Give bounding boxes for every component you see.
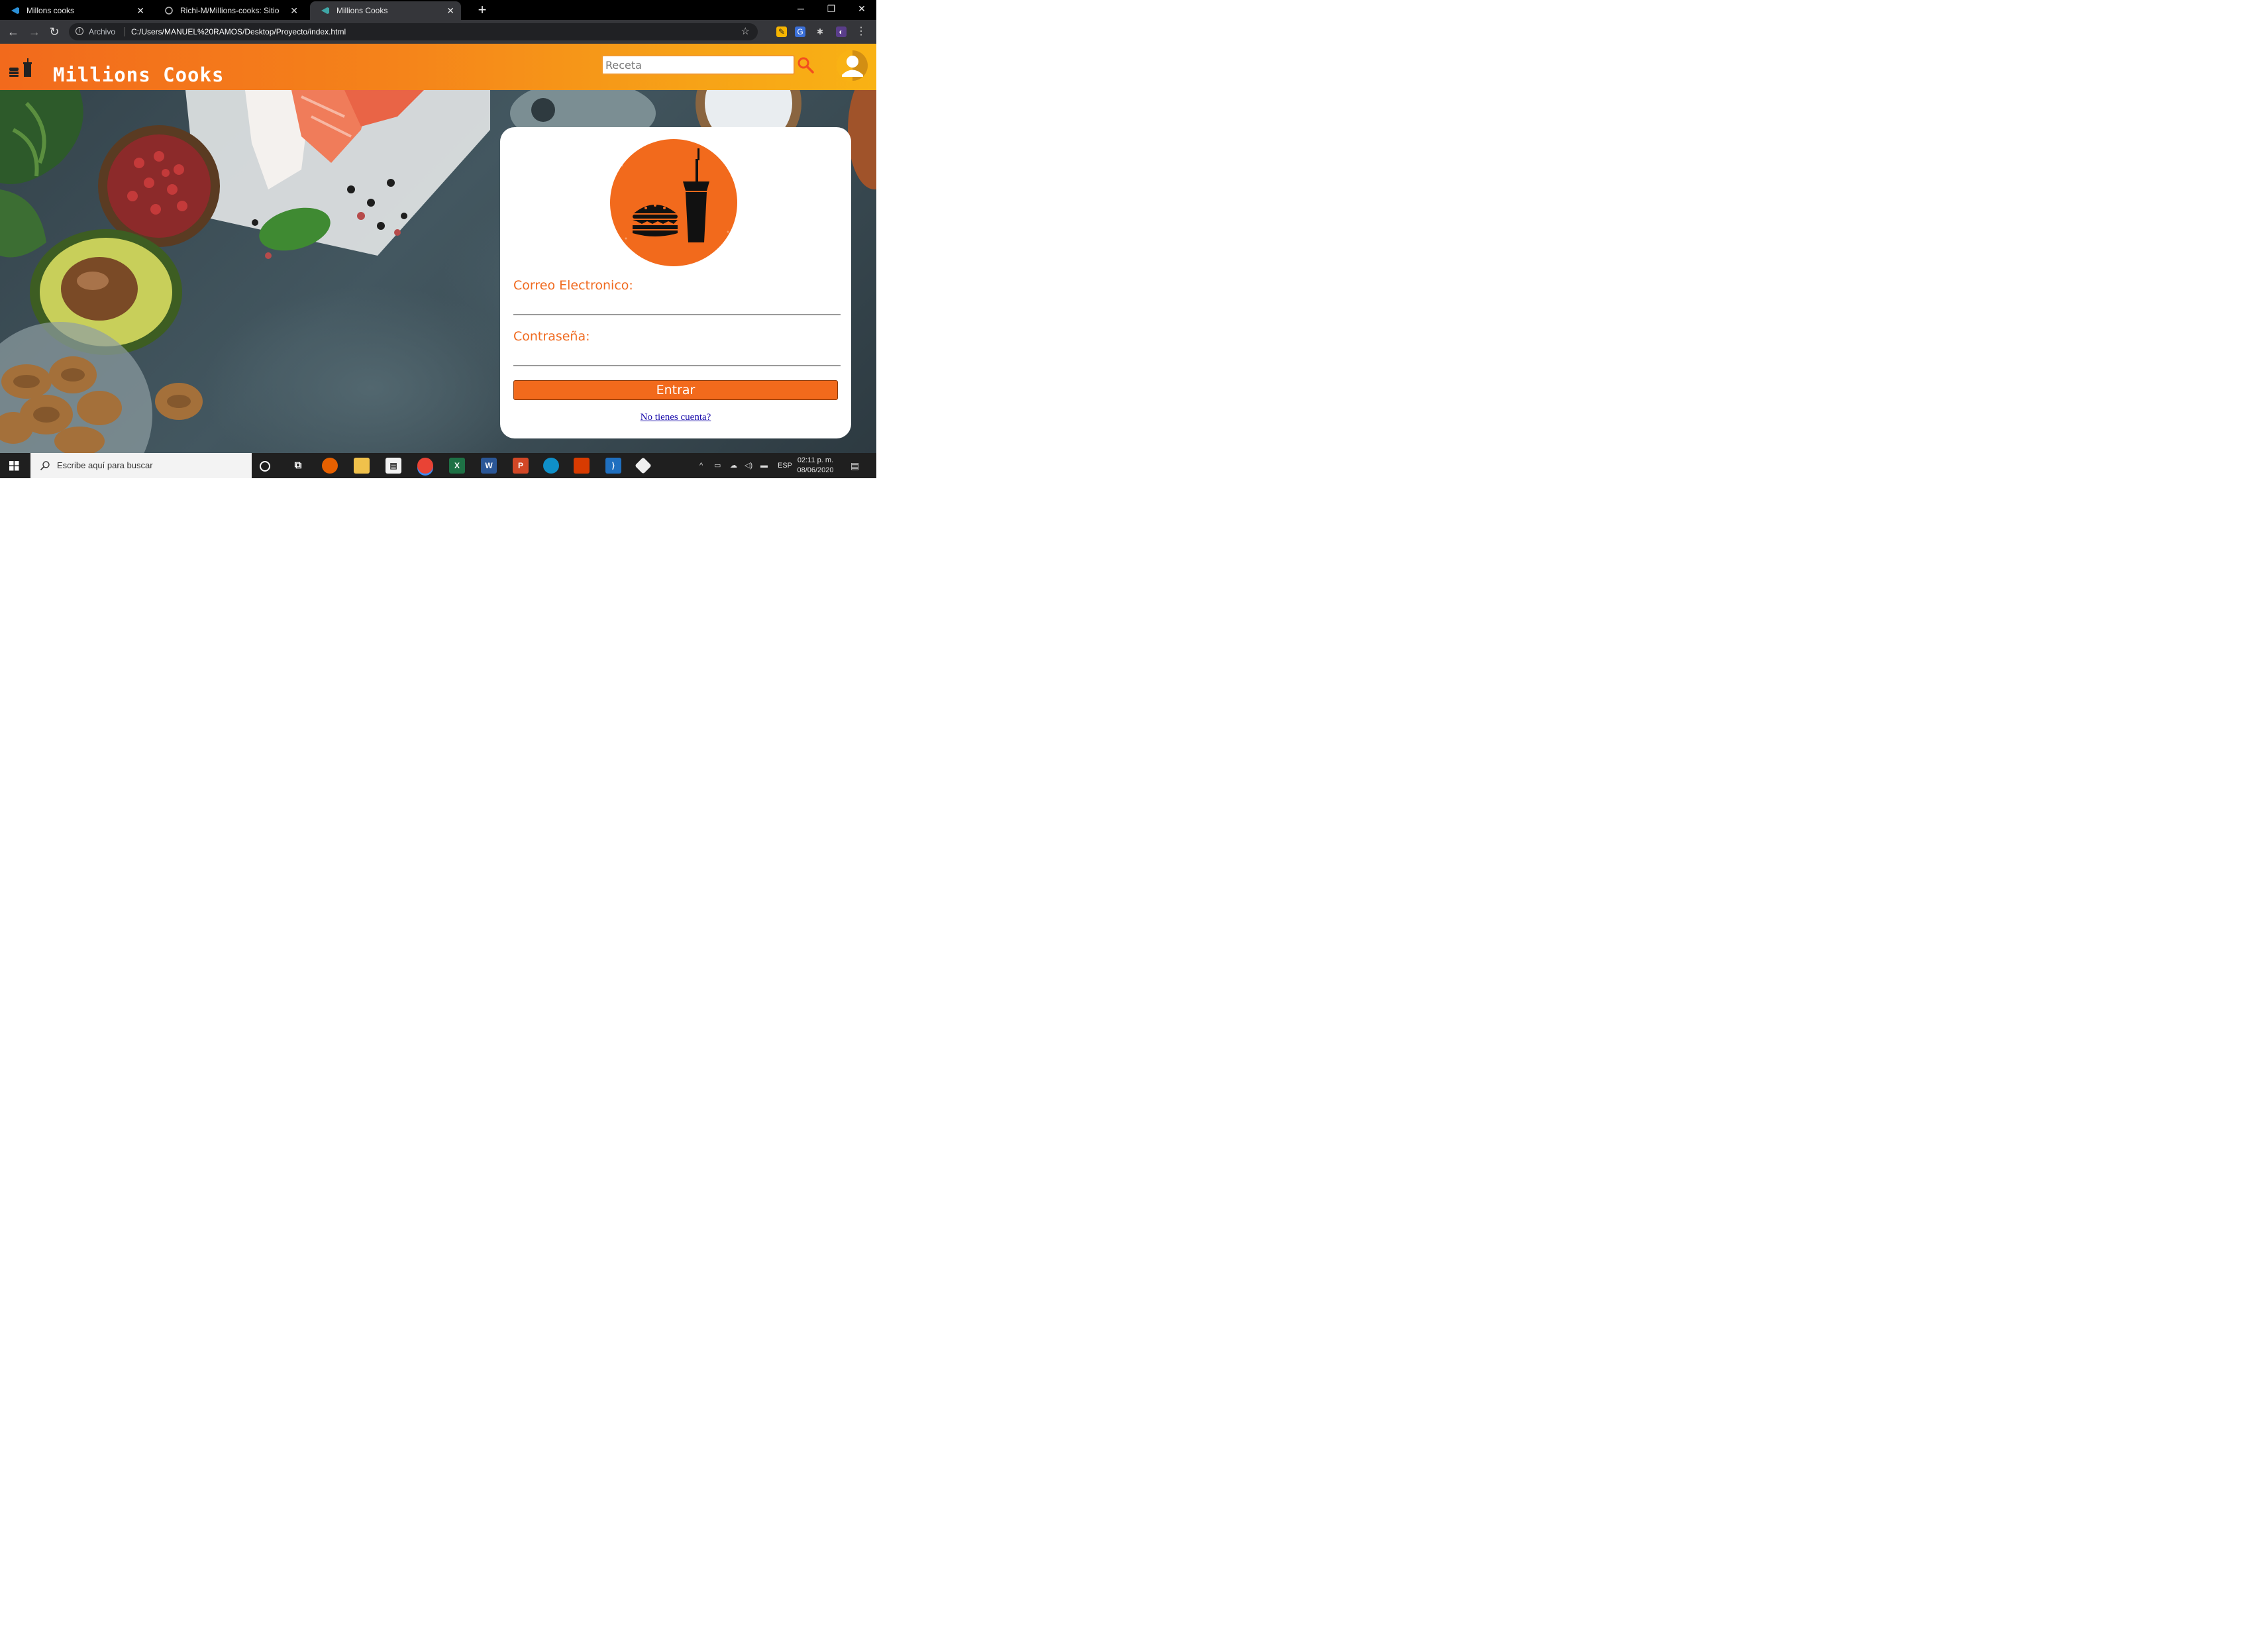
burger-drink-logo-icon	[610, 139, 737, 266]
store-icon[interactable]: ▤	[386, 458, 401, 474]
network-icon[interactable]: ▭	[714, 453, 721, 478]
file-explorer-icon[interactable]	[354, 458, 370, 474]
new-tab-button[interactable]: +	[474, 2, 490, 18]
office-icon[interactable]	[574, 458, 590, 474]
web-page: Millions Cooks Receta Correo Electronico…	[0, 44, 876, 453]
scheme-label: Archivo	[89, 27, 116, 36]
password-field[interactable]	[513, 345, 841, 366]
git-icon[interactable]	[635, 457, 652, 474]
register-link[interactable]: No tienes cuenta?	[500, 412, 851, 423]
chrome-icon[interactable]	[417, 458, 433, 474]
email-label: Correo Electronico:	[513, 278, 633, 293]
extension-translate-icon[interactable]: G	[795, 26, 805, 37]
burger-drink-logo-icon[interactable]	[8, 58, 34, 78]
notifications-icon[interactable]: ▤	[850, 453, 859, 478]
menu-icon[interactable]: ⋮	[856, 26, 866, 37]
reload-icon[interactable]: ↻	[46, 25, 62, 39]
clock-date: 08/06/2020	[797, 466, 834, 474]
login-card: Correo Electronico: Contraseña: Entrar N…	[500, 127, 851, 438]
screen: Millons cooks ✕ Richi-M/Millions-cooks: …	[0, 0, 876, 478]
taskbar-search-placeholder: Escribe aquí para buscar	[57, 460, 153, 470]
taskbar-clock[interactable]: 02:11 p. m. 08/06/2020	[792, 456, 839, 476]
taskbar-search-box[interactable]: Escribe aquí para buscar	[30, 453, 252, 478]
browser-toolbar: ← → ↻ i Archivo C:/Users/MANUEL%20RAMOS/…	[0, 20, 876, 44]
site-title: Millions Cooks	[53, 64, 225, 86]
tab-millions-cooks[interactable]: Millions Cooks ✕	[310, 1, 461, 20]
powerpoint-icon[interactable]: P	[513, 458, 529, 474]
tab-label: Millions Cooks	[336, 6, 388, 15]
back-icon[interactable]: ←	[5, 25, 21, 39]
task-view-icon[interactable]: ⧉	[290, 458, 306, 474]
minimize-button[interactable]: ─	[786, 0, 816, 19]
tab-strip: Millons cooks ✕ Richi-M/Millions-cooks: …	[0, 0, 876, 20]
puzzle-icon[interactable]: ✱	[815, 26, 825, 37]
excel-icon[interactable]: X	[449, 458, 465, 474]
tab-millons-cooks[interactable]: Millons cooks ✕	[0, 1, 151, 20]
submit-login-button[interactable]: Entrar	[513, 380, 838, 400]
firefox-icon[interactable]	[322, 458, 338, 474]
word-icon[interactable]: W	[481, 458, 497, 474]
email-field[interactable]	[513, 294, 841, 315]
tab-close-icon[interactable]: ✕	[446, 1, 454, 20]
info-icon[interactable]: i	[76, 27, 83, 35]
tab-close-icon[interactable]: ✕	[290, 1, 298, 20]
search-icon	[40, 461, 50, 471]
cortana-icon[interactable]	[260, 461, 270, 472]
vscode-icon[interactable]: ⟩	[605, 458, 621, 474]
onedrive-icon[interactable]: ☁	[730, 453, 737, 478]
windows-start-icon[interactable]	[0, 453, 29, 478]
extension-pen-icon[interactable]: ✎	[776, 26, 787, 37]
edge-icon[interactable]	[543, 458, 559, 474]
user-account-icon[interactable]	[836, 49, 869, 82]
chevron-up-icon[interactable]: ^	[699, 453, 703, 478]
github-favicon-icon	[165, 7, 173, 15]
url-text[interactable]: C:/Users/MANUEL%20RAMOS/Desktop/Proyecto…	[131, 23, 346, 40]
language-indicator[interactable]: ESP	[778, 453, 792, 478]
page-favicon-icon	[321, 7, 329, 14]
site-header: Millions Cooks	[0, 44, 876, 90]
restore-button[interactable]: ❐	[816, 0, 847, 19]
windows-taskbar: Escribe aquí para buscar ⧉ ▤ X W P ⟩ ^ ▭…	[0, 453, 876, 478]
recipe-search-input[interactable]	[601, 55, 795, 75]
address-bar[interactable]: i Archivo C:/Users/MANUEL%20RAMOS/Deskto…	[69, 23, 758, 40]
password-label: Contraseña:	[513, 329, 590, 344]
tab-close-icon[interactable]: ✕	[136, 1, 144, 20]
star-icon[interactable]: ☆	[741, 23, 750, 40]
vscode-favicon-icon	[11, 7, 19, 14]
search-icon[interactable]	[796, 56, 815, 74]
clock-time: 02:11 p. m.	[797, 456, 834, 464]
volume-icon[interactable]: ◁)	[745, 453, 752, 478]
forward-icon[interactable]: →	[26, 25, 42, 39]
tab-github-repo[interactable]: Richi-M/Millions-cooks: Sitio we ✕	[154, 1, 305, 20]
tab-label: Millons cooks	[26, 6, 75, 15]
profile-icon[interactable]: ◐	[836, 26, 847, 37]
battery-icon[interactable]: ▬	[760, 453, 768, 478]
close-window-button[interactable]: ✕	[847, 0, 876, 19]
tab-label: Richi-M/Millions-cooks: Sitio we	[180, 6, 280, 15]
